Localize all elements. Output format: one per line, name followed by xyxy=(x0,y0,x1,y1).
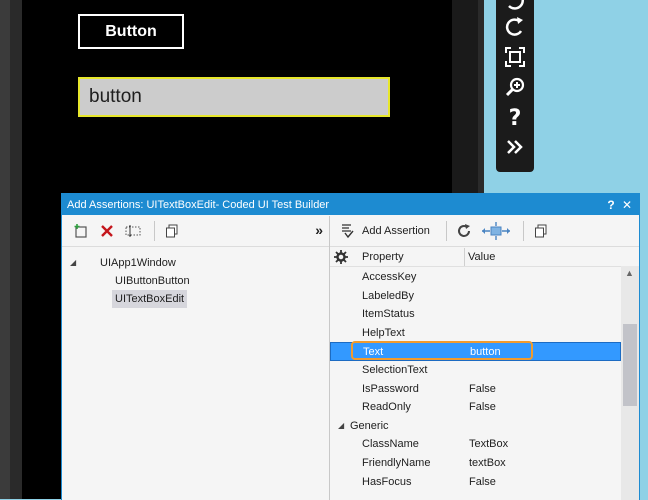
property-value: False xyxy=(469,382,496,395)
app-button[interactable]: Button xyxy=(78,14,184,49)
collapse-icon[interactable]: ◢ xyxy=(70,254,76,272)
property-row[interactable]: ClassName TextBox xyxy=(330,435,621,454)
svg-text:?: ? xyxy=(509,106,522,128)
property-column-header[interactable]: Property xyxy=(362,251,404,263)
refresh-icon[interactable] xyxy=(453,220,475,242)
fit-screen-icon[interactable] xyxy=(500,42,530,72)
more-options-button[interactable]: » xyxy=(315,222,323,238)
category-name: Generic xyxy=(350,419,389,432)
property-grid: AccessKey LabeledBy ItemStatus HelpText xyxy=(330,268,621,491)
dialog-titlebar: Add Assertions: UITextBoxEdit- Coded UI … xyxy=(62,194,639,215)
help-icon[interactable]: ? xyxy=(500,102,530,132)
toolbar-separator xyxy=(154,221,155,241)
app-textbox[interactable]: button xyxy=(78,77,390,117)
rotate-left-icon[interactable] xyxy=(500,0,530,12)
close-button[interactable]: ✕ xyxy=(619,198,635,212)
property-row[interactable]: IsPassword False xyxy=(330,380,621,399)
add-assertions-dialog: Add Assertions: UITextBoxEdit- Coded UI … xyxy=(61,193,640,500)
ui-map-toolbar: » xyxy=(62,216,329,247)
properties-pane: Add Assertion Property Value ▲ AccessKey… xyxy=(330,216,639,500)
property-row[interactable]: HelpText xyxy=(330,324,621,343)
emulator-toolbar: ? xyxy=(496,0,534,172)
gear-icon[interactable] xyxy=(330,250,352,264)
value-column-header[interactable]: Value xyxy=(468,251,495,263)
tree-node-label: UIApp1Window xyxy=(100,257,176,269)
property-row[interactable]: FriendlyName textBox xyxy=(330,454,621,473)
property-name: Text xyxy=(363,346,384,359)
property-name: HelpText xyxy=(362,326,405,339)
property-row-selected[interactable]: Text button xyxy=(330,341,621,361)
rename-icon[interactable] xyxy=(122,220,144,242)
ui-map-pane: » ◢ UIApp1Window UIButtonButton UITextBo… xyxy=(62,216,330,500)
property-name: AccessKey xyxy=(362,271,417,283)
property-row[interactable]: AccessKey xyxy=(330,268,621,287)
copy-icon[interactable] xyxy=(530,220,552,242)
dialog-title: Add Assertions: UITextBoxEdit- Coded UI … xyxy=(67,198,330,211)
copy-icon[interactable] xyxy=(161,220,183,242)
property-grid-header: Property Value xyxy=(330,248,639,267)
property-name: FriendlyName xyxy=(362,456,431,469)
property-row[interactable]: LabeledBy xyxy=(330,287,621,306)
properties-toolbar: Add Assertion xyxy=(330,216,639,247)
property-row[interactable]: ReadOnly False xyxy=(330,398,621,417)
property-value: False xyxy=(469,475,496,488)
tree-node-label: UITextBoxEdit xyxy=(112,290,188,308)
delete-icon[interactable] xyxy=(96,220,118,242)
add-assertion-icon[interactable] xyxy=(336,220,358,242)
property-row[interactable]: ItemStatus xyxy=(330,305,621,324)
property-value: TextBox xyxy=(469,438,509,451)
crosshair-move-icon[interactable] xyxy=(479,220,513,242)
property-name: ItemStatus xyxy=(362,308,415,321)
zoom-icon[interactable] xyxy=(500,72,530,102)
property-name: HasFocus xyxy=(362,475,412,488)
category-row-generic[interactable]: ◢ Generic xyxy=(330,417,621,436)
expand-tools-icon[interactable] xyxy=(500,132,530,162)
add-control-icon[interactable] xyxy=(70,220,92,242)
help-button[interactable]: ? xyxy=(603,198,619,212)
property-value: button xyxy=(470,346,501,359)
rotate-right-icon[interactable] xyxy=(500,12,530,42)
add-assertion-button[interactable]: Add Assertion xyxy=(362,225,430,237)
scroll-up-icon[interactable]: ▲ xyxy=(625,268,634,278)
toolbar-separator xyxy=(522,221,524,241)
property-name: ReadOnly xyxy=(362,401,411,414)
property-row[interactable]: HasFocus False xyxy=(330,473,621,492)
toolbar-separator xyxy=(445,221,447,241)
property-value: textBox xyxy=(469,456,506,469)
property-value: False xyxy=(469,401,496,414)
property-name: LabeledBy xyxy=(362,289,414,302)
device-edge xyxy=(0,0,10,499)
property-name: ClassName xyxy=(362,438,419,451)
property-name: IsPassword xyxy=(362,382,419,395)
column-divider[interactable] xyxy=(464,248,465,266)
properties-scrollbar[interactable]: ▲ xyxy=(621,266,639,500)
collapse-icon[interactable]: ◢ xyxy=(338,417,344,436)
tree-node-label: UIButtonButton xyxy=(115,275,190,287)
property-row[interactable]: SelectionText xyxy=(330,361,621,380)
property-name: SelectionText xyxy=(362,363,428,376)
scrollbar-thumb[interactable] xyxy=(623,324,637,406)
